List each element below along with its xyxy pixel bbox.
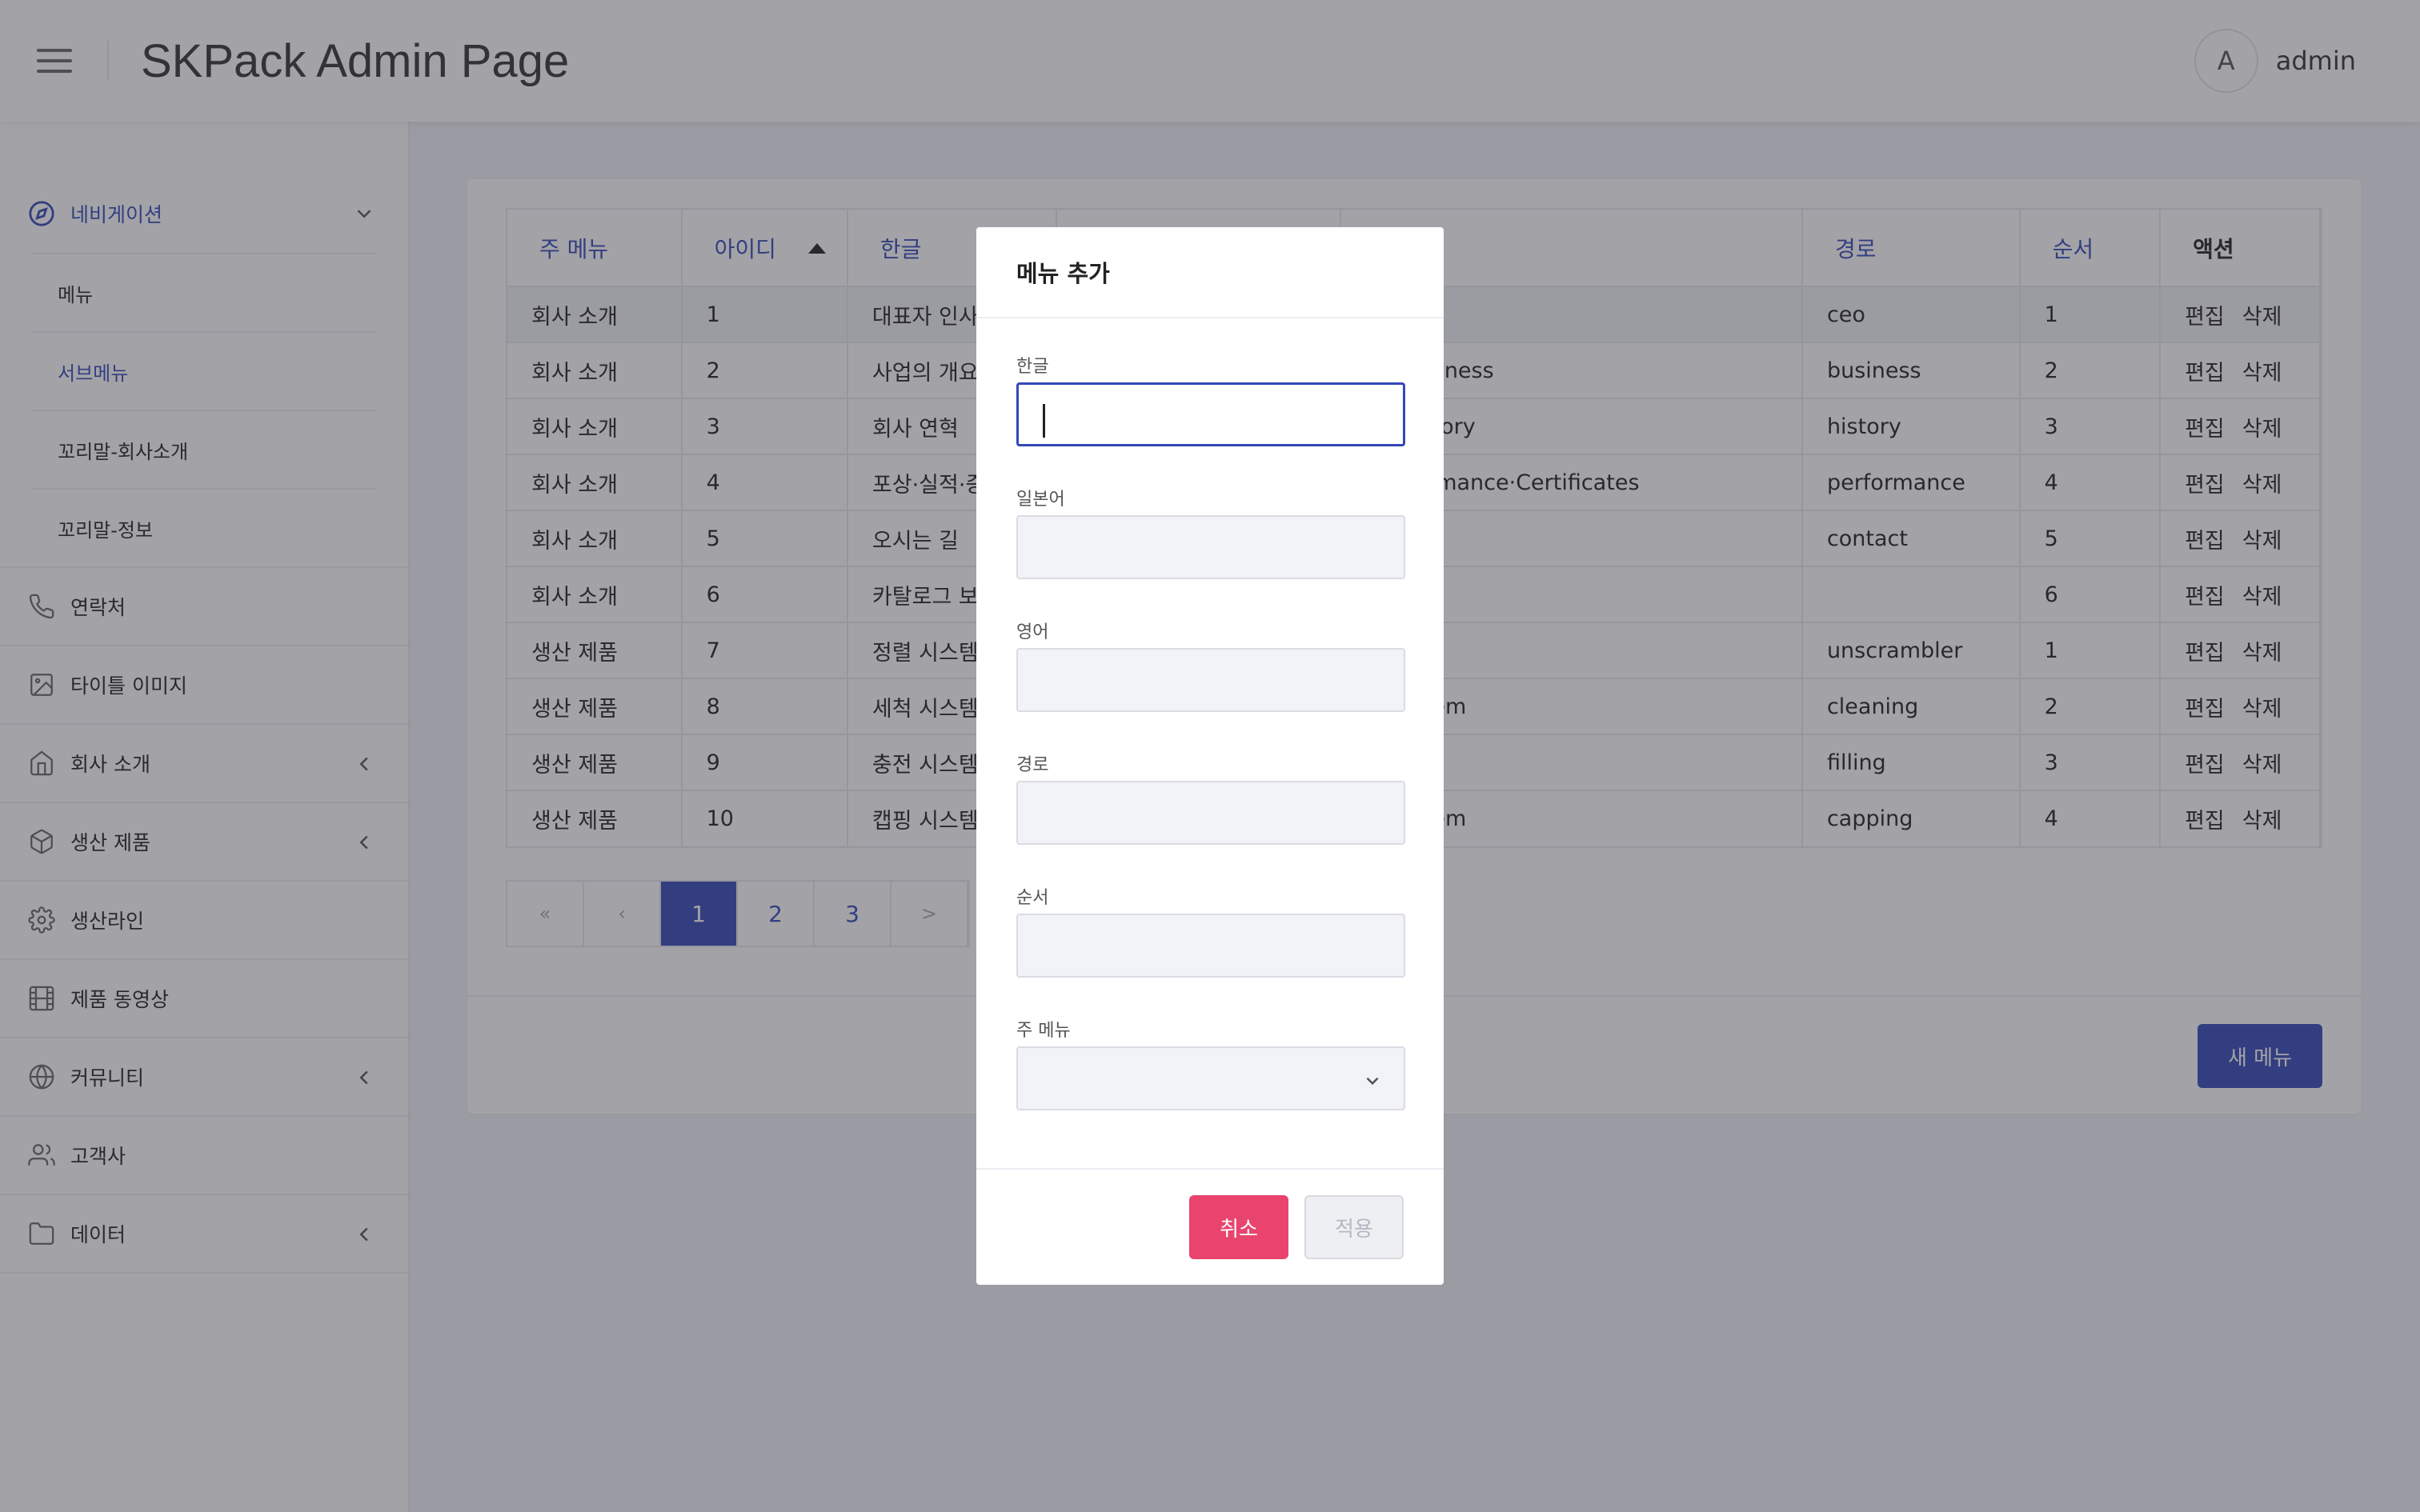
- japanese-field-label: 일본어: [1016, 490, 1065, 510]
- modal-footer: 취소 적용: [976, 1168, 1444, 1285]
- modal-body: 한글 일본어 영어 경로 순서 주 메뉴: [976, 318, 1444, 1110]
- english-field-label: 영어: [1016, 622, 1049, 642]
- path-input[interactable]: [1016, 781, 1405, 845]
- chevron-down-icon: [1366, 1077, 1379, 1086]
- korean-field-label: 한글: [1016, 357, 1049, 377]
- text-caret: [1043, 404, 1045, 438]
- apply-button[interactable]: 적용: [1304, 1195, 1404, 1259]
- english-input[interactable]: [1016, 648, 1405, 712]
- order-field-label: 순서: [1016, 888, 1049, 908]
- add-menu-modal: 메뉴 추가 한글 일본어 영어 경로 순서 주 메뉴 취소 적용: [976, 227, 1444, 1285]
- main-menu-field-label: 주 메뉴: [1016, 1021, 1071, 1041]
- main-menu-select[interactable]: [1016, 1046, 1405, 1110]
- cancel-button[interactable]: 취소: [1189, 1195, 1288, 1259]
- order-input[interactable]: [1016, 914, 1405, 978]
- japanese-input[interactable]: [1016, 515, 1405, 579]
- path-field-label: 경로: [1016, 755, 1049, 775]
- korean-input[interactable]: [1016, 382, 1405, 446]
- modal-title: 메뉴 추가: [976, 227, 1444, 318]
